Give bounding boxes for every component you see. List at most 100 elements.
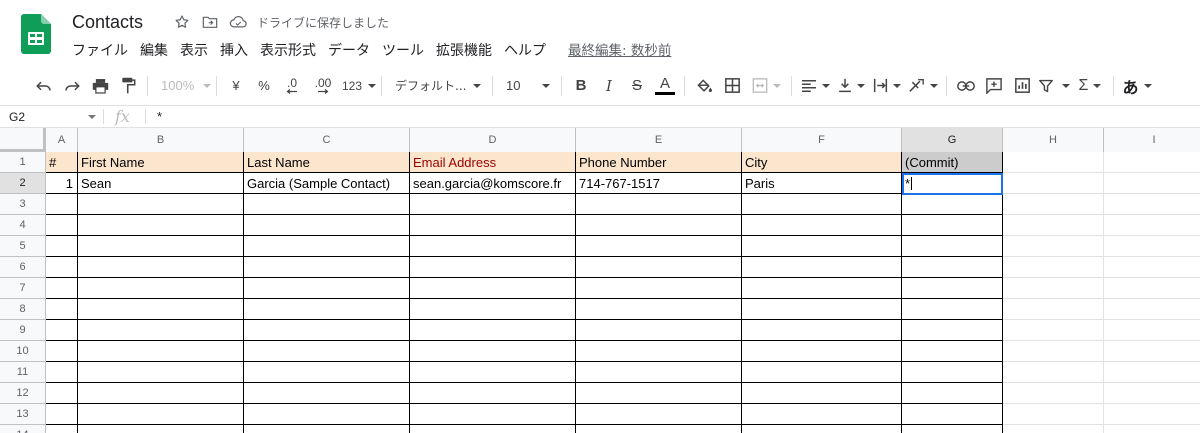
cell-a5[interactable] [46,236,78,257]
select-all-corner[interactable] [0,128,46,152]
horizontal-align-icon[interactable] [797,72,833,100]
cell-c12[interactable] [244,383,410,404]
cell-e10[interactable] [576,341,742,362]
column-header-d[interactable]: D [410,128,576,152]
cell-i13[interactable] [1104,404,1200,425]
row-header-13[interactable]: 13 [0,404,46,425]
italic-button[interactable]: I [595,72,623,100]
cell-i14[interactable] [1104,425,1200,433]
cell-a2[interactable]: 1 [46,173,78,194]
cell-a9[interactable] [46,320,78,341]
cell-e1[interactable]: Phone Number [576,152,742,173]
cell-b7[interactable] [78,278,244,299]
cell-f5[interactable] [742,236,902,257]
cell-h2[interactable] [1003,173,1104,194]
cell-i11[interactable] [1104,362,1200,383]
row-header-4[interactable]: 4 [0,215,46,236]
cell-e11[interactable] [576,362,742,383]
cell-a13[interactable] [46,404,78,425]
cell-e8[interactable] [576,299,742,320]
cell-b10[interactable] [78,341,244,362]
cell-e12[interactable] [576,383,742,404]
cell-e5[interactable] [576,236,742,257]
insert-link-icon[interactable] [952,72,980,100]
cell-c6[interactable] [244,257,410,278]
cell-g11[interactable] [902,362,1003,383]
cell-a4[interactable] [46,215,78,236]
currency-format-button[interactable]: ¥ [222,72,250,100]
document-title[interactable]: Contacts [72,12,143,33]
text-wrapping-icon[interactable] [869,72,905,100]
cell-h12[interactable] [1003,383,1104,404]
font-family-select[interactable]: デフォルト... [387,72,487,100]
cell-h13[interactable] [1003,404,1104,425]
cell-a6[interactable] [46,257,78,278]
cell-g12[interactable] [902,383,1003,404]
cell-g6[interactable] [902,257,1003,278]
cell-i8[interactable] [1104,299,1200,320]
name-box[interactable]: G2 [0,106,101,127]
cell-f3[interactable] [742,194,902,215]
cell-c9[interactable] [244,320,410,341]
cell-i10[interactable] [1104,341,1200,362]
row-header-5[interactable]: 5 [0,236,46,257]
row-header-12[interactable]: 12 [0,383,46,404]
cell-i1[interactable] [1104,152,1200,173]
cell-g13[interactable] [902,404,1003,425]
cell-g7[interactable] [902,278,1003,299]
cell-b2[interactable]: Sean [78,173,244,194]
formula-input[interactable]: * [157,109,162,124]
text-rotation-icon[interactable] [905,72,941,100]
cell-h8[interactable] [1003,299,1104,320]
cell-i2[interactable] [1104,173,1200,194]
cell-d6[interactable] [410,257,576,278]
column-header-i[interactable]: I [1104,128,1200,152]
cell-c1[interactable]: Last Name [244,152,410,173]
cell-b14[interactable] [78,425,244,433]
cell-g10[interactable] [902,341,1003,362]
row-header-8[interactable]: 8 [0,299,46,320]
cell-f12[interactable] [742,383,902,404]
row-header-11[interactable]: 11 [0,362,46,383]
cell-e13[interactable] [576,404,742,425]
cell-a14[interactable] [46,425,78,433]
cell-e3[interactable] [576,194,742,215]
cell-c11[interactable] [244,362,410,383]
cell-g14[interactable] [902,425,1003,433]
row-header-6[interactable]: 6 [0,257,46,278]
cell-f11[interactable] [742,362,902,383]
cell-i5[interactable] [1104,236,1200,257]
zoom-select[interactable]: 100% [153,72,211,100]
cell-g9[interactable] [902,320,1003,341]
borders-icon[interactable] [718,72,746,100]
menu-data[interactable]: データ [322,41,376,61]
cell-g3[interactable] [902,194,1003,215]
cell-c7[interactable] [244,278,410,299]
cell-i3[interactable] [1104,194,1200,215]
insert-chart-icon[interactable] [1008,72,1036,100]
cell-c2[interactable]: Garcia (Sample Contact) [244,173,410,194]
menu-edit[interactable]: 編集 [134,41,174,61]
cell-g8[interactable] [902,299,1003,320]
cell-f1[interactable]: City [742,152,902,173]
cell-d13[interactable] [410,404,576,425]
move-to-folder-icon[interactable] [199,13,221,31]
cell-d10[interactable] [410,341,576,362]
more-formats-select[interactable]: 123 [340,72,376,100]
cell-g5[interactable] [902,236,1003,257]
cell-c4[interactable] [244,215,410,236]
paint-format-icon[interactable] [114,72,142,100]
fill-color-icon[interactable] [690,72,718,100]
cell-a3[interactable] [46,194,78,215]
cell-c10[interactable] [244,341,410,362]
cell-d5[interactable] [410,236,576,257]
cell-e14[interactable] [576,425,742,433]
cell-b9[interactable] [78,320,244,341]
merge-cells-icon[interactable] [746,72,786,100]
undo-icon[interactable] [30,72,58,100]
cell-f9[interactable] [742,320,902,341]
cell-h4[interactable] [1003,215,1104,236]
cell-c13[interactable] [244,404,410,425]
cell-d1[interactable]: Email Address [410,152,576,173]
cell-a12[interactable] [46,383,78,404]
